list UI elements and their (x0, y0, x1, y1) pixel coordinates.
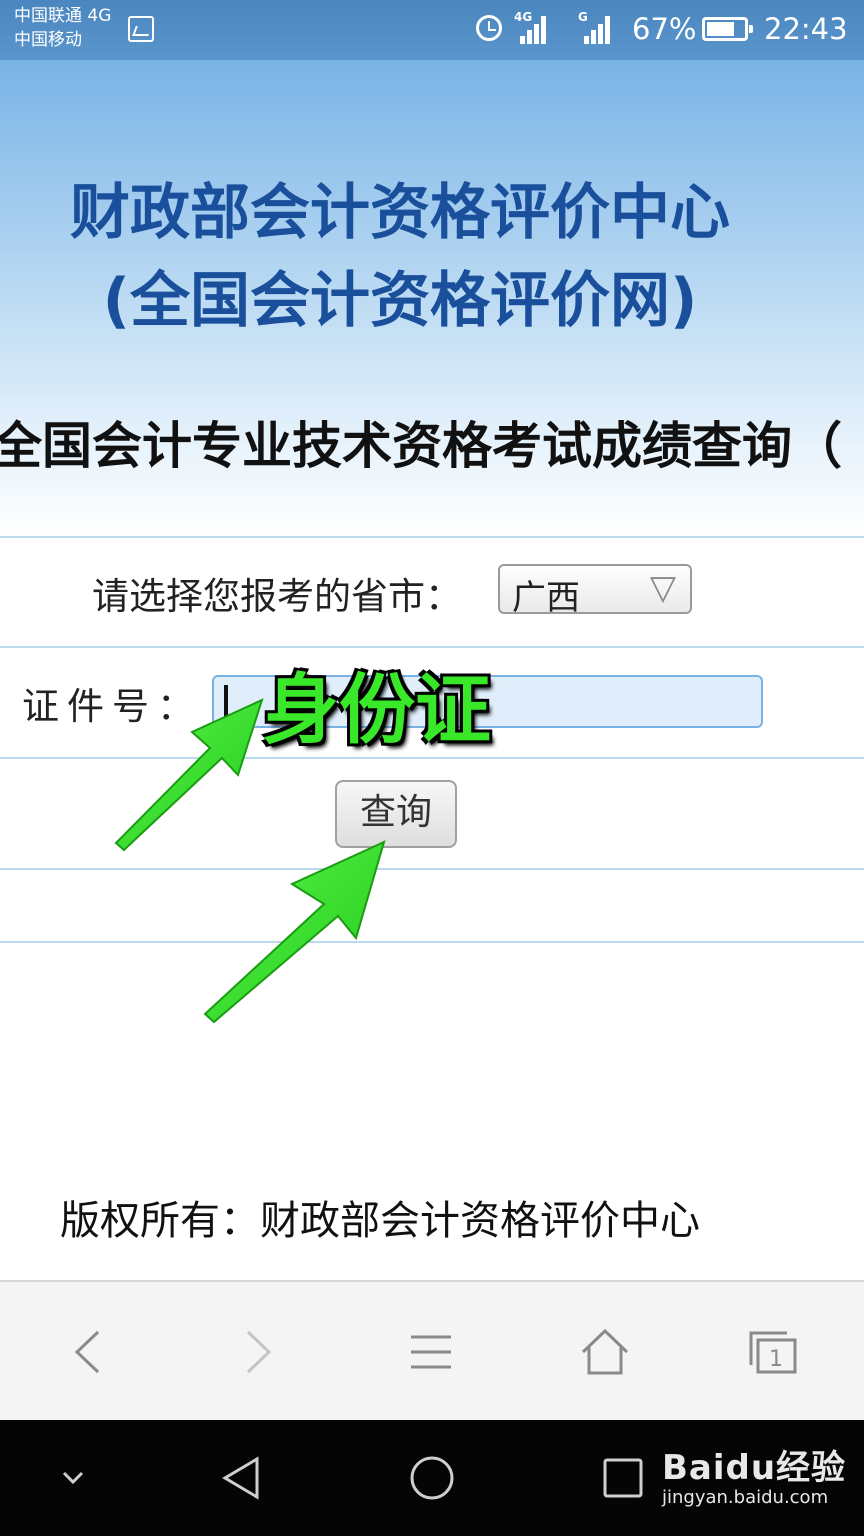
tab-count: 1 (769, 1347, 783, 1372)
id-card-annotation: 身份证 (263, 665, 491, 754)
collapse-icon[interactable] (38, 1448, 108, 1508)
baidu-jingyan-watermark: Baidu经验 jingyan.baidu.com (662, 1440, 846, 1508)
forward-icon[interactable] (224, 1312, 294, 1392)
arrow-to-id-field-icon (114, 698, 264, 852)
browser-toolbar: 1 (0, 1280, 864, 1420)
recents-square-icon[interactable] (588, 1448, 658, 1508)
back-triangle-icon[interactable] (206, 1448, 276, 1508)
arrow-to-query-button-icon (203, 840, 386, 1024)
back-icon[interactable] (52, 1312, 122, 1392)
watermark-main: Baidu经验 (662, 1448, 847, 1488)
copyright-text: 版权所有：财政部会计资格评价中心 (60, 1198, 700, 1244)
menu-icon[interactable] (396, 1312, 466, 1392)
annotation-arrows (114, 698, 386, 1024)
tabs-icon[interactable]: 1 (738, 1312, 808, 1392)
home-circle-icon[interactable] (397, 1448, 467, 1508)
home-icon[interactable] (570, 1312, 640, 1392)
watermark-url: jingyan.baidu.com (662, 1487, 829, 1508)
